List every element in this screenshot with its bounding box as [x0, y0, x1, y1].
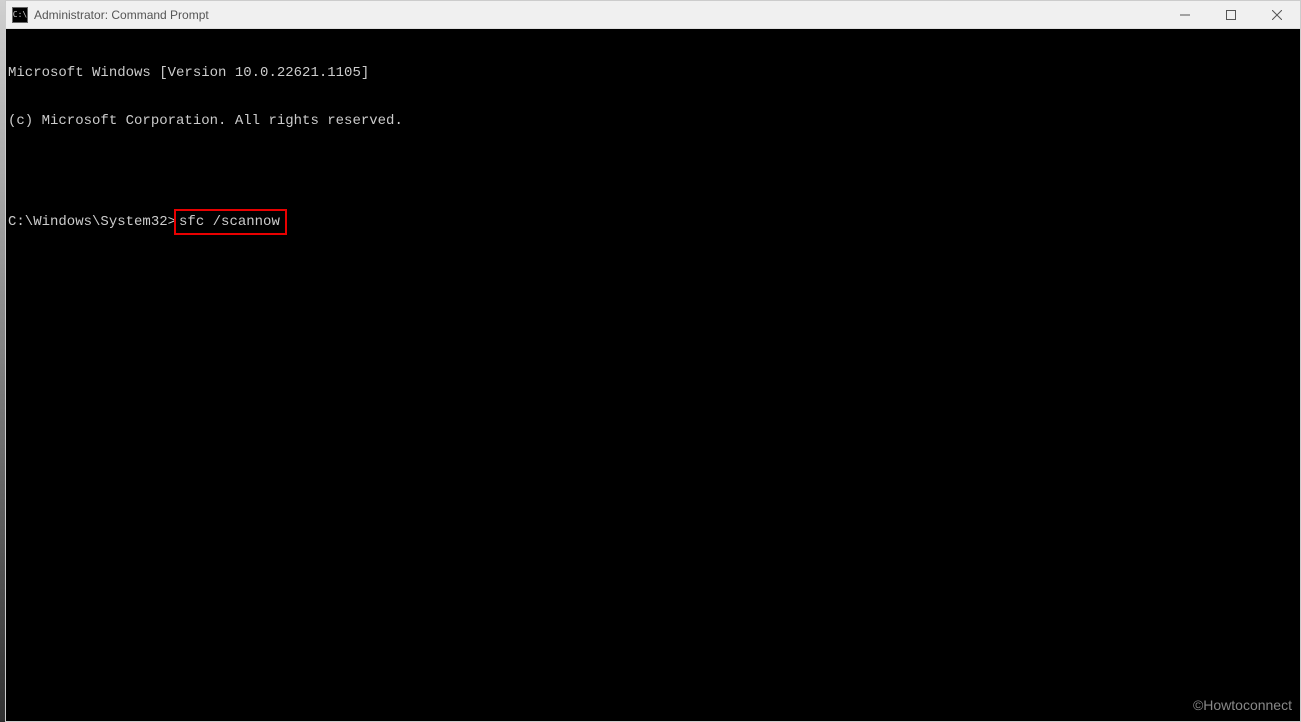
- maximize-button[interactable]: [1208, 1, 1254, 29]
- close-icon: [1272, 10, 1282, 20]
- terminal-prompt: C:\Windows\System32>: [8, 214, 176, 230]
- window-controls: [1162, 1, 1300, 28]
- terminal-line-version: Microsoft Windows [Version 10.0.22621.11…: [8, 65, 1298, 81]
- terminal-command[interactable]: sfc /scannow: [179, 214, 280, 230]
- terminal-body[interactable]: Microsoft Windows [Version 10.0.22621.11…: [6, 29, 1300, 721]
- terminal-blank-line: [8, 161, 1298, 177]
- command-prompt-window: C:\ Administrator: Command Prompt Micros…: [5, 0, 1301, 722]
- close-button[interactable]: [1254, 1, 1300, 29]
- minimize-button[interactable]: [1162, 1, 1208, 29]
- command-highlight: sfc /scannow: [174, 209, 287, 235]
- maximize-icon: [1226, 10, 1236, 20]
- titlebar-left: C:\ Administrator: Command Prompt: [6, 7, 209, 23]
- minimize-icon: [1180, 10, 1190, 20]
- cmd-icon: C:\: [12, 7, 28, 23]
- cmd-icon-text: C:\: [13, 10, 27, 19]
- terminal-prompt-line: C:\Windows\System32>sfc /scannow: [8, 209, 1298, 235]
- watermark: ©Howtoconnect: [1193, 697, 1292, 713]
- terminal-line-copyright: (c) Microsoft Corporation. All rights re…: [8, 113, 1298, 129]
- window-title: Administrator: Command Prompt: [34, 8, 209, 22]
- titlebar[interactable]: C:\ Administrator: Command Prompt: [6, 1, 1300, 29]
